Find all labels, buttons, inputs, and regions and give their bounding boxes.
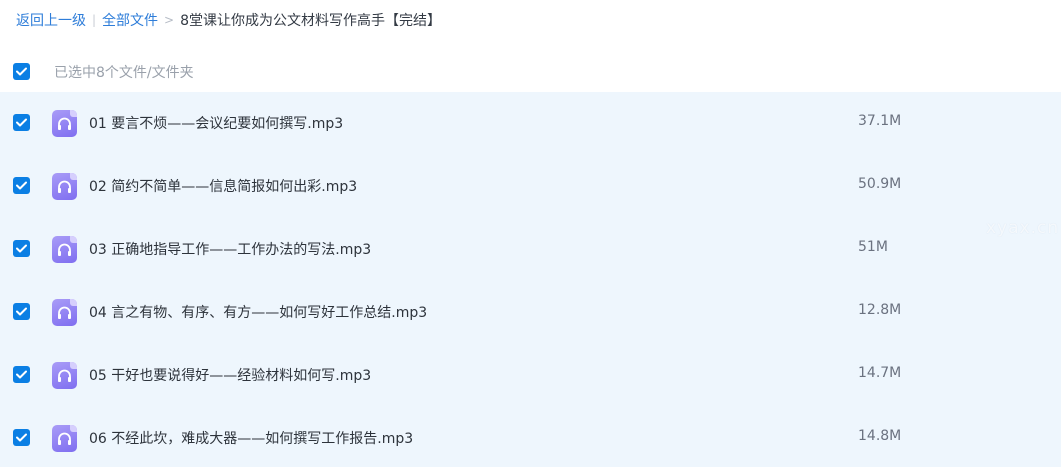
check-icon (16, 307, 27, 316)
file-name[interactable]: 03 正确地指导工作——工作办法的写法.mp3 (89, 239, 371, 259)
breadcrumb-arrow: > (164, 13, 175, 27)
all-files-link[interactable]: 全部文件 (102, 10, 158, 30)
selection-header: 已选中8个文件/文件夹 (0, 54, 1061, 90)
watermark: xyax.cn (986, 218, 1060, 238)
file-name[interactable]: 01 要言不烦——会议纪要如何撰写.mp3 (89, 113, 343, 133)
file-checkbox[interactable] (13, 240, 30, 257)
file-row[interactable]: 03 正确地指导工作——工作办法的写法.mp3 51M (0, 218, 1061, 281)
headphones-icon (58, 306, 71, 319)
check-icon (16, 181, 27, 190)
audio-file-icon (52, 110, 77, 137)
check-icon (16, 244, 27, 253)
headphones-icon (58, 243, 71, 256)
audio-file-icon (52, 425, 77, 452)
audio-file-icon (52, 236, 77, 263)
headphones-icon (58, 369, 71, 382)
selection-summary: 已选中8个文件/文件夹 (54, 65, 194, 81)
file-name[interactable]: 04 言之有物、有序、有方——如何写好工作总结.mp3 (89, 302, 427, 322)
file-name[interactable]: 05 干好也要说得好——经验材料如何写.mp3 (89, 365, 371, 385)
file-size: 50.9M (858, 176, 902, 192)
breadcrumb-separator: | (92, 13, 97, 27)
file-row[interactable]: 02 简约不简单——信息简报如何出彩.mp3 50.9M (0, 155, 1061, 218)
check-icon (16, 67, 27, 76)
audio-file-icon (52, 299, 77, 326)
headphones-icon (58, 432, 71, 445)
file-row[interactable]: 01 要言不烦——会议纪要如何撰写.mp3 37.1M (0, 92, 1061, 155)
file-size: 14.8M (858, 428, 902, 444)
check-icon (16, 118, 27, 127)
file-checkbox[interactable] (13, 114, 30, 131)
audio-file-icon (52, 362, 77, 389)
file-checkbox[interactable] (13, 366, 30, 383)
file-size: 51M (858, 239, 888, 255)
file-checkbox[interactable] (13, 177, 30, 194)
select-all-checkbox[interactable] (13, 63, 30, 80)
breadcrumb: 返回上一级 | 全部文件 > 8堂课让你成为公文材料写作高手【完结】 (16, 10, 441, 30)
check-icon (16, 370, 27, 379)
file-checkbox[interactable] (13, 303, 30, 320)
headphones-icon (58, 180, 71, 193)
file-row[interactable]: 05 干好也要说得好——经验材料如何写.mp3 14.7M (0, 344, 1061, 407)
file-row[interactable]: 04 言之有物、有序、有方——如何写好工作总结.mp3 12.8M (0, 281, 1061, 344)
file-name[interactable]: 06 不经此坎，难成大器——如何撰写工作报告.mp3 (89, 428, 413, 448)
audio-file-icon (52, 173, 77, 200)
file-name[interactable]: 02 简约不简单——信息简报如何出彩.mp3 (89, 176, 357, 196)
check-icon (16, 433, 27, 442)
file-size: 14.7M (858, 365, 902, 381)
file-list: 01 要言不烦——会议纪要如何撰写.mp3 37.1M 02 简约不简单——信息… (0, 92, 1061, 467)
back-link[interactable]: 返回上一级 (16, 10, 86, 30)
file-size: 37.1M (858, 113, 902, 129)
file-checkbox[interactable] (13, 429, 30, 446)
file-browser: 返回上一级 | 全部文件 > 8堂课让你成为公文材料写作高手【完结】 已选中8个… (0, 0, 1061, 467)
headphones-icon (58, 117, 71, 130)
file-size: 12.8M (858, 302, 902, 318)
file-row[interactable]: 06 不经此坎，难成大器——如何撰写工作报告.mp3 14.8M (0, 407, 1061, 467)
current-folder: 8堂课让你成为公文材料写作高手【完结】 (180, 13, 442, 29)
